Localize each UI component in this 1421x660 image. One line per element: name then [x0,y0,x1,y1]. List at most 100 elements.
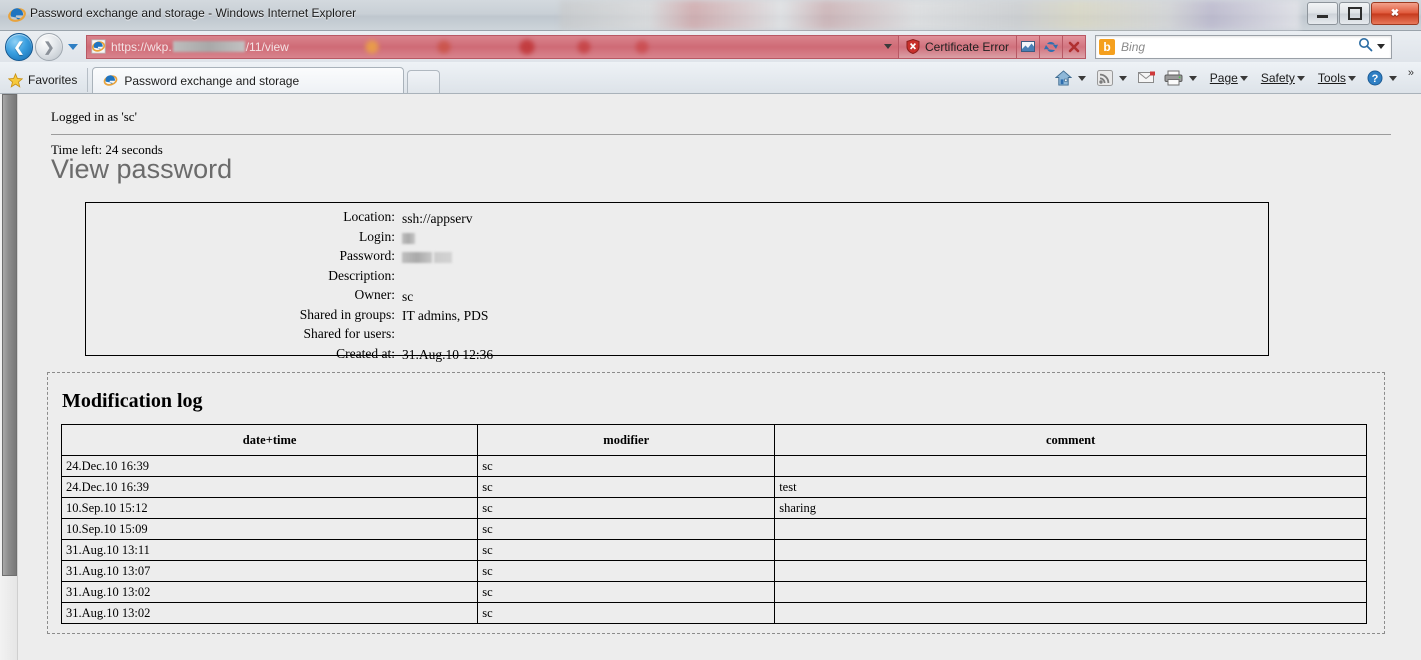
detail-value: IT admins, PDS [402,308,489,323]
detail-row: Login: [86,229,1268,248]
close-button[interactable]: ✖ [1371,2,1419,25]
log-cell-modifier: sc [477,497,776,519]
table-row: 31.Aug.10 13:02 sc [60,581,1367,603]
detail-row: Location: ssh://appserv [86,209,1268,228]
modification-log-table: date+time modifier comment 24.Dec.10 16:… [60,424,1367,624]
new-tab-button[interactable] [407,70,441,93]
log-cell-datetime: 10.Sep.10 15:12 [60,497,479,519]
maximize-button[interactable] [1339,2,1370,25]
column-header-datetime: date+time [60,424,479,456]
title-bar-blurred-background [560,0,1300,30]
detail-label: Password: [339,248,395,263]
tab-label: Password exchange and storage [124,73,300,88]
detail-label: Shared in groups: [299,306,395,322]
tab-password-exchange-and-storage[interactable]: Password exchange and storage [92,67,405,93]
detail-label: Created at: [336,345,395,361]
log-cell-modifier: sc [477,539,776,561]
log-cell-comment [774,518,1367,540]
table-row: 31.Aug.10 13:02 sc [60,602,1367,624]
search-box[interactable]: b Bing [1095,34,1393,59]
log-cell-comment [774,455,1367,477]
window-controls: ✖ [1306,2,1419,25]
log-cell-datetime: 10.Sep.10 15:09 [60,518,479,540]
log-cell-datetime: 31.Aug.10 13:02 [60,581,479,603]
ie-logo-icon [8,6,26,24]
stop-button[interactable] [1063,34,1087,59]
log-cell-comment [774,581,1367,603]
log-cell-datetime: 24.Dec.10 16:39 [60,455,479,477]
command-bar: Page Safety Tools ? » [1051,63,1421,93]
favorites-star-icon [7,72,24,88]
log-cell-datetime: 31.Aug.10 13:07 [60,560,479,582]
table-row: 31.Aug.10 13:07 sc [60,560,1367,582]
back-button[interactable]: ❮ [5,32,33,61]
detail-label: Shared for users: [303,326,395,341]
home-icon[interactable] [1054,70,1072,86]
password-details-panel: Location: ssh://appserv Login: Password: Des… [85,202,1269,362]
help-icon[interactable]: ? [1367,70,1383,86]
forward-button[interactable]: ❯ [35,32,63,61]
address-bar[interactable]: https://wkp. /11/view [86,34,899,59]
tools-chevron-down-icon[interactable] [1347,75,1356,81]
log-cell-modifier: sc [477,581,776,603]
safety-chevron-down-icon[interactable] [1296,75,1305,81]
detail-value: ssh://appserv [402,210,473,226]
detail-row: Created at: 31.Aug.10 12:36 [86,346,1268,365]
log-cell-modifier: sc [477,476,776,498]
menu-page[interactable]: Page [1210,71,1238,85]
url-prefix: https://wkp. [111,39,172,54]
certificate-error-shield-icon [906,38,920,55]
certificate-error-label: Certificate Error [925,39,1010,54]
vertical-scrollbar[interactable] [0,94,18,660]
table-row: 24.Dec.10 16:39 sc test [60,476,1367,498]
detail-value: sc [402,288,414,304]
print-icon[interactable] [1164,70,1183,86]
column-header-modifier: modifier [477,424,776,456]
feeds-icon[interactable] [1096,70,1113,86]
scrollbar-thumb[interactable] [2,94,17,576]
log-cell-datetime: 24.Dec.10 16:39 [60,476,479,498]
log-cell-comment [774,539,1367,561]
table-row: 10.Sep.10 15:09 sc [60,518,1367,540]
page-title: View password [51,154,233,184]
minimize-button[interactable] [1307,2,1338,25]
feeds-chevron-down-icon[interactable] [1118,75,1127,81]
favorites-button[interactable]: Favorites [0,68,89,92]
browser-viewport: Logged in as 'sc' Time left: 24 seconds … [0,94,1421,660]
refresh-button[interactable] [1040,34,1064,59]
log-cell-datetime: 31.Aug.10 13:02 [60,602,479,624]
tab-bar: Favorites Password exchange and storage [0,62,1421,94]
menu-safety[interactable]: Safety [1261,71,1295,85]
address-bar-chevron-down-icon[interactable] [884,44,892,49]
command-bar-overflow-icon[interactable]: » [1408,67,1414,79]
compatibility-view-button[interactable] [1017,34,1041,59]
detail-row: Owner: sc [86,287,1268,306]
mail-icon[interactable] [1137,71,1156,85]
detail-label: Location: [343,209,395,224]
page-chevron-down-icon[interactable] [1239,75,1248,81]
certificate-error-button[interactable]: Certificate Error [899,34,1018,59]
log-cell-comment: sharing [774,497,1367,519]
page-content: Logged in as 'sc' Time left: 24 seconds … [18,94,1421,660]
detail-row: Shared in groups: IT admins, PDS [86,307,1268,326]
redacted-login [402,232,415,244]
detail-label: Owner: [354,287,396,302]
help-chevron-down-icon[interactable] [1388,75,1397,81]
window-title: Password exchange and storage - Windows … [30,6,357,20]
log-cell-comment: test [774,476,1367,498]
print-chevron-down-icon[interactable] [1188,75,1197,81]
favorites-label: Favorites [28,73,78,87]
menu-tools[interactable]: Tools [1318,71,1346,85]
search-icon[interactable] [1358,37,1373,57]
navigation-bar: ❮ ❯ https://wkp. /11/view Certificate Er… [0,31,1421,62]
modification-log-title: Modification log [62,390,203,412]
detail-value: 31.Aug.10 12:36 [402,347,494,362]
search-provider-chevron-down-icon[interactable] [1377,44,1386,49]
logged-in-status: Logged in as 'sc' [51,109,137,124]
table-row: 24.Dec.10 16:39 sc [60,455,1367,477]
detail-row: Password: [86,248,1268,267]
bing-logo-icon: b [1099,38,1116,55]
detail-label: Login: [359,228,395,244]
home-chevron-down-icon[interactable] [1077,75,1086,81]
recent-pages-chevron-down-icon[interactable] [68,43,78,50]
